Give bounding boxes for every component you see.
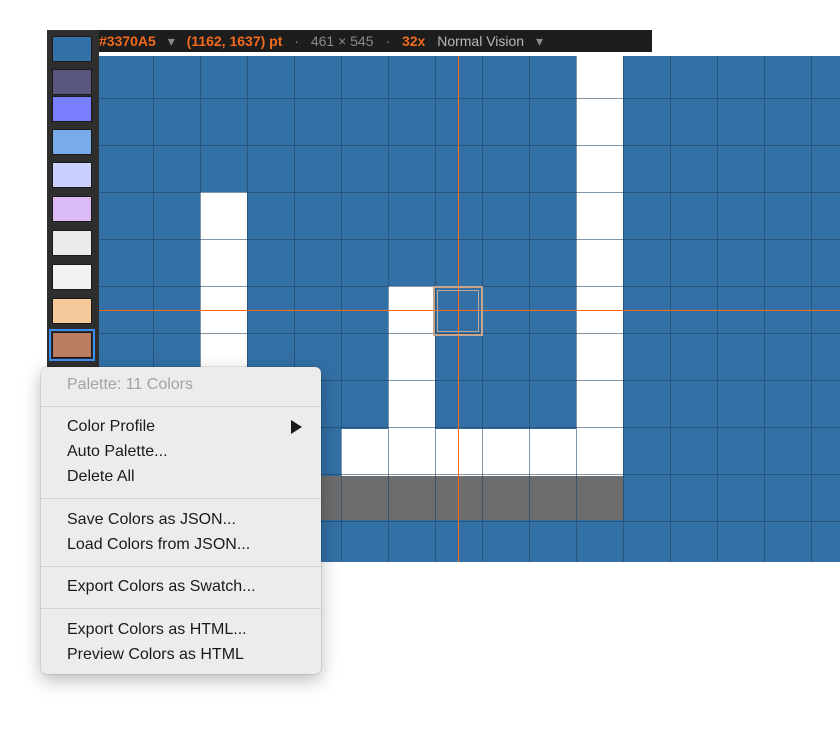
palette-swatch[interactable] — [52, 230, 92, 256]
submenu-arrow-icon — [291, 420, 302, 434]
info-dot: · — [385, 33, 391, 49]
palette-strip — [47, 30, 99, 370]
menu-item-color-profile[interactable]: Color Profile — [67, 415, 155, 439]
menu-separator — [41, 498, 321, 499]
palette-swatch[interactable] — [52, 162, 92, 188]
menu-item-preview-html[interactable]: Preview Colors as HTML — [67, 643, 244, 667]
palette-swatch[interactable] — [52, 129, 92, 155]
info-bar: #3370A5 ▾ (1162, 1637) pt · 461 × 545 · … — [99, 30, 652, 52]
palette-swatch[interactable] — [52, 69, 92, 95]
palette-swatch-selected[interactable] — [49, 329, 95, 361]
coordinate-readout: (1162, 1637) pt — [186, 33, 283, 49]
loupe-target — [433, 286, 483, 336]
size-readout: 461 × 545 — [310, 33, 374, 49]
hex-readout: #3370A5 — [99, 33, 156, 49]
palette-swatch[interactable] — [52, 36, 92, 62]
menu-header: Palette: 11 Colors — [67, 376, 193, 393]
menu-item-export-html[interactable]: Export Colors as HTML... — [67, 618, 247, 642]
info-caret: ▾ — [167, 33, 175, 49]
palette-swatch[interactable] — [52, 96, 92, 122]
menu-separator — [41, 406, 321, 407]
menu-item-delete-all[interactable]: Delete All — [67, 465, 135, 489]
menu-item-load-json[interactable]: Load Colors from JSON... — [67, 533, 250, 557]
palette-swatch[interactable] — [52, 298, 92, 324]
palette-swatch[interactable] — [52, 264, 92, 290]
menu-separator — [41, 566, 321, 567]
vision-mode-caret[interactable]: ▾ — [536, 30, 543, 52]
vision-mode[interactable]: Normal Vision — [437, 30, 524, 52]
menu-item-export-swatch[interactable]: Export Colors as Swatch... — [67, 575, 256, 599]
info-dot: · — [294, 33, 299, 49]
palette-swatch[interactable] — [52, 196, 92, 222]
menu-separator — [41, 608, 321, 609]
menu-item-auto-palette[interactable]: Auto Palette... — [67, 440, 168, 464]
palette-context-menu: Palette: 11 Colors Color Profile Auto Pa… — [41, 367, 321, 674]
menu-item-save-json[interactable]: Save Colors as JSON... — [67, 508, 236, 532]
zoom-readout: 32x — [401, 33, 426, 49]
